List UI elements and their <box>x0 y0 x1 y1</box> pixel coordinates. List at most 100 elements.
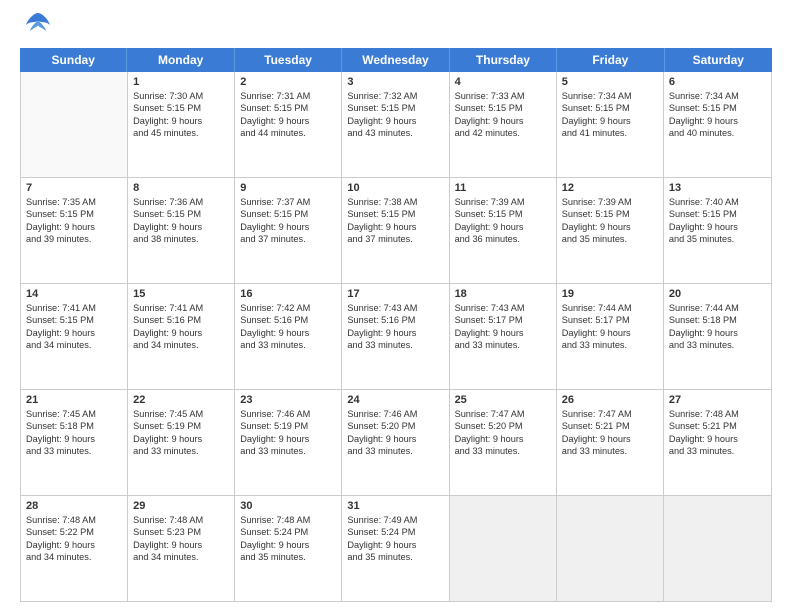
cell-info-line: and 33 minutes. <box>562 445 658 457</box>
calendar-cell-2: 2Sunrise: 7:31 AMSunset: 5:15 PMDaylight… <box>235 72 342 177</box>
cell-info-line: Sunset: 5:16 PM <box>347 314 443 326</box>
header <box>20 18 772 38</box>
cell-info-line: Sunrise: 7:31 AM <box>240 90 336 102</box>
weekday-header-tuesday: Tuesday <box>235 48 342 72</box>
day-number: 18 <box>455 288 551 300</box>
cell-info-line: and 36 minutes. <box>455 233 551 245</box>
day-number: 9 <box>240 182 336 194</box>
calendar-cell-8: 8Sunrise: 7:36 AMSunset: 5:15 PMDaylight… <box>128 178 235 283</box>
cell-info-line: Sunset: 5:15 PM <box>26 314 122 326</box>
cell-info-line: Sunset: 5:15 PM <box>26 208 122 220</box>
cell-info-line: and 34 minutes. <box>26 339 122 351</box>
day-number: 7 <box>26 182 122 194</box>
cell-info-line: Sunrise: 7:48 AM <box>669 408 766 420</box>
calendar-cell-29: 29 Sunrise: 7:48 AMSunset: 5:23 PMDayligh… <box>128 496 235 601</box>
cell-info-line: Sunset: 5:17 PM <box>562 314 658 326</box>
calendar-cell-18: 18Sunrise: 7:43 AMSunset: 5:17 PMDayligh… <box>450 284 557 389</box>
calendar-cell-10: 10Sunrise: 7:38 AMSunset: 5:15 PMDayligh… <box>342 178 449 283</box>
cell-info-line: Sunrise: 7:39 AM <box>455 196 551 208</box>
day-number: 11 <box>455 182 551 194</box>
calendar-cell-17: 17Sunrise: 7:43 AMSunset: 5:16 PMDayligh… <box>342 284 449 389</box>
cell-info-line: Sunrise: 7:42 AM <box>240 302 336 314</box>
calendar-cell-7: 7 Sunrise: 7:35 AMSunset: 5:15 PMDaylight… <box>21 178 128 283</box>
cell-info-line: Sunrise: 7:45 AM <box>133 408 229 420</box>
weekday-header-thursday: Thursday <box>450 48 557 72</box>
calendar-cell-23: 23Sunrise: 7:46 AMSunset: 5:19 PMDayligh… <box>235 390 342 495</box>
cell-info-line: Sunrise: 7:36 AM <box>133 196 229 208</box>
cell-info-line: Sunset: 5:15 PM <box>455 102 551 114</box>
day-number: 14 <box>26 288 122 300</box>
day-number: 17 <box>347 288 443 300</box>
day-number: 30 <box>240 500 336 512</box>
cell-info-line: Sunset: 5:20 PM <box>347 420 443 432</box>
day-number: 15 <box>133 288 229 300</box>
cell-info-line: Sunrise: 7:43 AM <box>347 302 443 314</box>
weekday-header-monday: Monday <box>127 48 234 72</box>
cell-info-line: Daylight: 9 hours <box>562 115 658 127</box>
calendar-cell-empty-4-6 <box>664 496 771 601</box>
cell-info-line: Sunset: 5:15 PM <box>455 208 551 220</box>
day-number: 29 <box>133 500 229 512</box>
cell-info-line: Daylight: 9 hours <box>562 221 658 233</box>
cell-info-line: Daylight: 9 hours <box>240 433 336 445</box>
cell-info-line: Daylight: 9 hours <box>240 221 336 233</box>
cell-info-line: Daylight: 9 hours <box>133 115 229 127</box>
cell-info-line: Daylight: 9 hours <box>347 433 443 445</box>
calendar-cell-9: 9 Sunrise: 7:37 AMSunset: 5:15 PMDaylight… <box>235 178 342 283</box>
cell-info-line: Daylight: 9 hours <box>347 539 443 551</box>
calendar-cell-22: 22Sunrise: 7:45 AMSunset: 5:19 PMDayligh… <box>128 390 235 495</box>
cell-info-line: Sunset: 5:23 PM <box>133 526 229 538</box>
calendar-cell-25: 25Sunrise: 7:47 AMSunset: 5:20 PMDayligh… <box>450 390 557 495</box>
cell-info-line: Sunrise: 7:44 AM <box>562 302 658 314</box>
cell-info-line: Sunset: 5:15 PM <box>240 208 336 220</box>
day-number: 21 <box>26 394 122 406</box>
calendar-cell-26: 26Sunrise: 7:47 AMSunset: 5:21 PMDayligh… <box>557 390 664 495</box>
cell-info-line: and 34 minutes. <box>26 551 122 563</box>
calendar-cell-14: 14Sunrise: 7:41 AMSunset: 5:15 PMDayligh… <box>21 284 128 389</box>
calendar-cell-3: 3Sunrise: 7:32 AMSunset: 5:15 PMDaylight… <box>342 72 449 177</box>
cell-info-line: Sunset: 5:16 PM <box>133 314 229 326</box>
calendar-row-3: 14Sunrise: 7:41 AMSunset: 5:15 PMDayligh… <box>21 284 771 390</box>
cell-info-line: and 35 minutes. <box>562 233 658 245</box>
calendar-cell-16: 16Sunrise: 7:42 AMSunset: 5:16 PMDayligh… <box>235 284 342 389</box>
calendar-cell-20: 20Sunrise: 7:44 AMSunset: 5:18 PMDayligh… <box>664 284 771 389</box>
cell-info-line: Daylight: 9 hours <box>669 221 766 233</box>
cell-info-line: Sunrise: 7:48 AM <box>26 514 122 526</box>
cell-info-line: Sunset: 5:15 PM <box>562 208 658 220</box>
cell-info-line: Daylight: 9 hours <box>26 221 122 233</box>
day-number: 20 <box>669 288 766 300</box>
calendar-cell-21: 21Sunrise: 7:45 AMSunset: 5:18 PMDayligh… <box>21 390 128 495</box>
logo-wrapper <box>20 18 52 38</box>
cell-info-line: Sunset: 5:18 PM <box>669 314 766 326</box>
day-number: 1 <box>133 76 229 88</box>
cell-info-line: Sunrise: 7:37 AM <box>240 196 336 208</box>
cell-info-line: and 43 minutes. <box>347 127 443 139</box>
day-number: 6 <box>669 76 766 88</box>
cell-info-line: Daylight: 9 hours <box>455 433 551 445</box>
cell-info-line: Sunrise: 7:30 AM <box>133 90 229 102</box>
cell-info-line: Sunset: 5:16 PM <box>240 314 336 326</box>
cell-info-line: and 37 minutes. <box>347 233 443 245</box>
day-number: 10 <box>347 182 443 194</box>
cell-info-line: and 39 minutes. <box>26 233 122 245</box>
weekday-header-sunday: Sunday <box>20 48 127 72</box>
cell-info-line: Sunrise: 7:48 AM <box>133 514 229 526</box>
calendar-cell-15: 15Sunrise: 7:41 AMSunset: 5:16 PMDayligh… <box>128 284 235 389</box>
calendar-cell-empty-4-4 <box>450 496 557 601</box>
cell-info-line: Sunrise: 7:35 AM <box>26 196 122 208</box>
cell-info-line: Sunrise: 7:44 AM <box>669 302 766 314</box>
calendar-cell-empty-4-5 <box>557 496 664 601</box>
calendar-body: 1Sunrise: 7:30 AMSunset: 5:15 PMDaylight… <box>20 72 772 602</box>
cell-info-line: Daylight: 9 hours <box>455 115 551 127</box>
day-number: 19 <box>562 288 658 300</box>
calendar-cell-13: 13Sunrise: 7:40 AMSunset: 5:15 PMDayligh… <box>664 178 771 283</box>
cell-info-line: Daylight: 9 hours <box>133 433 229 445</box>
cell-info-line: Sunrise: 7:40 AM <box>669 196 766 208</box>
cell-info-line: Daylight: 9 hours <box>669 433 766 445</box>
cell-info-line: Sunrise: 7:49 AM <box>347 514 443 526</box>
cell-info-line: Daylight: 9 hours <box>133 539 229 551</box>
cell-info-line: Sunset: 5:15 PM <box>669 102 766 114</box>
cell-info-line: Sunset: 5:15 PM <box>133 102 229 114</box>
cell-info-line: and 38 minutes. <box>133 233 229 245</box>
day-number: 5 <box>562 76 658 88</box>
